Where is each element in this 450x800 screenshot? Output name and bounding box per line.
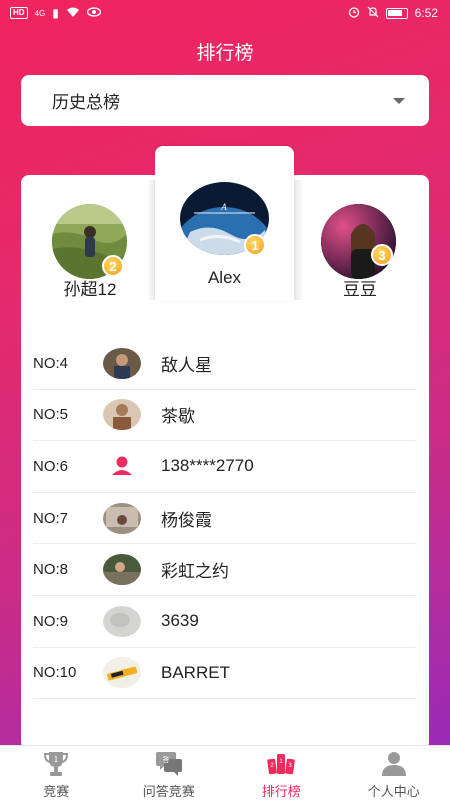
avatar (103, 657, 141, 689)
tab-label: 排行榜 (261, 784, 301, 799)
player-name: 敌人星 (161, 355, 212, 375)
hd-indicator: HD (10, 7, 28, 19)
player-name: 3639 (161, 611, 199, 631)
ranking-list: NO:4 敌人星 NO:5 茶歇 NO:6 138****2770 NO:7 杨… (33, 338, 416, 700)
rank-number: NO:8 (33, 561, 69, 579)
page-title: 排行榜 (196, 43, 254, 64)
default-avatar-icon (103, 451, 141, 482)
podium-name: Alex (207, 268, 242, 287)
leaderboard-period-select[interactable]: 历史总榜 (21, 75, 429, 126)
rank-badge: 3 (371, 244, 393, 266)
rank-number: NO:10 (33, 664, 77, 682)
list-item[interactable]: NO:7 杨俊霞 (33, 493, 416, 545)
selected-period-label: 历史总榜 (52, 93, 120, 112)
list-item[interactable]: NO:5 茶歇 (33, 390, 416, 442)
tab-profile[interactable]: 个人中心 (338, 746, 450, 800)
eye-icon (86, 7, 102, 19)
podium-third[interactable]: 3 豆豆 (291, 175, 429, 305)
avatar (103, 502, 141, 534)
rank-number: NO:7 (33, 509, 69, 527)
wifi-icon (66, 7, 80, 20)
qa-chat-icon: 答 (154, 749, 184, 779)
tab-label: 问答竞赛 (142, 784, 195, 799)
clock-time: 6:52 (414, 6, 438, 20)
player-name: 杨俊霞 (161, 510, 212, 530)
list-item[interactable]: NO:10 BARRET (33, 648, 416, 700)
svg-text:1: 1 (54, 755, 59, 764)
mute-icon (367, 6, 379, 20)
tab-label: 个人中心 (367, 784, 420, 799)
rank-number: NO:9 (33, 612, 69, 630)
podium-second[interactable]: 2 孙超12 (21, 175, 159, 305)
player-name: BARRET (161, 662, 230, 682)
avatar (103, 554, 141, 586)
trophy-icon: 1 (41, 749, 71, 779)
user-icon (379, 749, 409, 779)
rank-badge: 2 (102, 255, 124, 277)
podium-name: 孙超12 (63, 280, 117, 299)
rank-number: NO:6 (33, 457, 69, 475)
player-name: 彩虹之约 (161, 562, 229, 582)
avatar (103, 399, 141, 431)
list-item[interactable]: NO:9 3639 (33, 596, 416, 648)
bottom-tab-bar: 1 竞赛 答 问答竞赛 123 排行榜 个人中心 (0, 745, 450, 800)
signal-icon: ▮ (52, 6, 59, 20)
list-item[interactable]: NO:8 彩虹之约 (33, 544, 416, 596)
ranking-cards-icon: 123 (266, 749, 296, 779)
avatar (103, 605, 141, 637)
list-item[interactable]: NO:4 敌人星 (33, 338, 416, 390)
svg-text:A: A (220, 202, 227, 212)
podium-first[interactable]: A 1 Alex (155, 146, 294, 301)
rank-badge: 1 (244, 234, 266, 256)
list-item[interactable]: NO:6 138****2770 (33, 441, 416, 493)
podium-name: 豆豆 (343, 280, 377, 299)
avatar (321, 204, 396, 279)
tab-leaderboard[interactable]: 123 排行榜 (225, 746, 338, 800)
chevron-down-icon (393, 97, 405, 104)
svg-text:答: 答 (162, 755, 169, 764)
avatar (103, 347, 141, 379)
network-type: 4G (34, 8, 46, 18)
alarm-icon (348, 6, 360, 20)
tab-label: 竞赛 (43, 784, 70, 799)
tab-qa-contest[interactable]: 答 问答竞赛 (113, 746, 226, 800)
rank-number: NO:4 (33, 354, 69, 372)
tab-contest[interactable]: 1 竞赛 (0, 746, 113, 800)
player-name: 138****2770 (161, 456, 254, 476)
battery-icon (385, 7, 408, 19)
player-name: 茶歇 (161, 407, 195, 427)
status-bar: HD 4G ▮ 6:52 (0, 0, 450, 26)
rank-number: NO:5 (33, 406, 69, 424)
